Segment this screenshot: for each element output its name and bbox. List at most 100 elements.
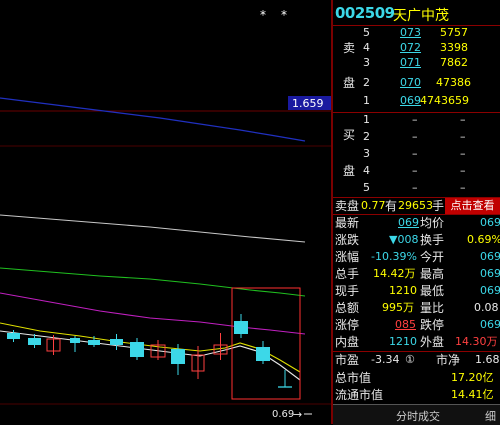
stat-label: 总手 xyxy=(335,267,360,281)
ma-line-magenta xyxy=(0,292,306,335)
bid-price: – xyxy=(412,164,418,177)
bid-level: 4 xyxy=(363,164,370,177)
order-line-label: 卖盘 xyxy=(335,199,360,213)
ask-price: 072 xyxy=(400,41,421,54)
ask-price: 070 xyxy=(400,76,421,89)
ask-price: 069 xyxy=(400,94,421,107)
price-label: 1.659 xyxy=(292,97,324,110)
stat-label: 最高 xyxy=(420,267,445,281)
stat-label: 量比 xyxy=(420,301,445,315)
stat-label: 最低 xyxy=(420,284,445,298)
kline-chart[interactable]: * * 1.659 0.69 → xyxy=(0,0,331,424)
pe-label: 市盈 xyxy=(335,353,360,367)
bottom-readout: 0.69 xyxy=(272,409,294,420)
stock-code: 002509 xyxy=(335,4,395,22)
buy-side-label: 盘 xyxy=(343,164,356,178)
ma-line-blue xyxy=(0,97,306,142)
ask-level: 5 xyxy=(363,26,370,39)
bid-volume: – xyxy=(460,181,466,194)
stat-value: 14.30万 xyxy=(455,335,498,348)
stat-label: 外盘 xyxy=(420,335,445,349)
stat-label: 涨幅 xyxy=(335,250,360,264)
stat-value: 0.69% xyxy=(467,233,500,246)
ask-price: 071 xyxy=(400,56,421,69)
stat-value: ▼008 xyxy=(389,233,419,246)
tab-detail[interactable]: 细 xyxy=(485,408,496,424)
bid-level: 2 xyxy=(363,130,370,143)
bid-level: 1 xyxy=(363,113,370,126)
ma-line-yellow xyxy=(0,322,301,373)
stat-label: 今开 xyxy=(420,250,445,264)
bid-volume: – xyxy=(460,130,466,143)
stat-value: 1210 xyxy=(389,284,417,297)
ask-volume: 47386 xyxy=(436,76,471,89)
bid-volume: – xyxy=(460,147,466,160)
bottom-tab-bar: 分时成交 细 xyxy=(333,404,500,425)
stock-name: 天广中茂 xyxy=(393,8,449,24)
stat-value: -10.39% xyxy=(371,250,417,263)
float-mv-value: 14.41亿 xyxy=(451,388,494,401)
ask-level: 1 xyxy=(363,94,370,107)
ask-level: 2 xyxy=(363,76,370,89)
stat-value: 995万 xyxy=(382,301,414,314)
order-line-mid: 有 xyxy=(385,199,398,213)
bid-level: 3 xyxy=(363,147,370,160)
stat-value: 069 xyxy=(398,216,419,229)
stat-value: 14.42万 xyxy=(373,267,416,280)
order-line-value1: 0.77 xyxy=(361,199,386,212)
stat-label: 内盘 xyxy=(335,335,360,349)
total-mv-value: 17.20亿 xyxy=(451,371,494,384)
ask-price: 073 xyxy=(400,26,421,39)
divider xyxy=(333,214,500,215)
bid-volume: – xyxy=(460,164,466,177)
pe-value: -3.34 xyxy=(371,353,400,366)
tab-tick-trades[interactable]: 分时成交 xyxy=(396,408,440,424)
stat-value: 0.08 xyxy=(474,301,499,314)
stat-label: 跌停 xyxy=(420,318,445,332)
quote-panel: 002509 天广中茂 卖 盘 5 073 5757 4 072 3398 3 … xyxy=(333,0,500,424)
sell-side-label: 卖 xyxy=(343,41,356,55)
ask-volume: 3398 xyxy=(440,41,468,54)
view-detail-button[interactable]: 点击查看 xyxy=(445,198,500,214)
stat-label: 均价 xyxy=(420,216,445,230)
bid-price: – xyxy=(412,181,418,194)
stat-value: 069 xyxy=(480,284,500,297)
bid-price: – xyxy=(412,147,418,160)
bid-level: 5 xyxy=(363,181,370,194)
ma-line-white-short xyxy=(0,330,301,381)
ask-level: 3 xyxy=(363,56,370,69)
total-mv-label: 总市值 xyxy=(335,371,372,385)
bid-volume: – xyxy=(460,113,466,126)
bid-price: – xyxy=(412,113,418,126)
stat-label: 换手 xyxy=(420,233,445,247)
ask-level: 4 xyxy=(363,41,370,54)
chart-marker: * xyxy=(281,8,287,22)
stat-value: 069 xyxy=(480,267,500,280)
ask-volume: 7862 xyxy=(440,56,468,69)
pb-label: 市净 xyxy=(436,353,461,367)
float-mv-label: 流通市值 xyxy=(335,388,384,402)
bid-price: – xyxy=(412,130,418,143)
divider xyxy=(333,351,500,352)
stat-label: 现手 xyxy=(335,284,360,298)
stat-label: 涨跌 xyxy=(335,233,360,247)
ma-line-green xyxy=(0,267,306,297)
sell-side-label: 盘 xyxy=(343,76,356,90)
arrow-right-icon: → xyxy=(293,408,302,421)
stat-label: 总额 xyxy=(335,301,360,315)
ask-volume: 5757 xyxy=(440,26,468,39)
pe-badge-icon[interactable]: ① xyxy=(405,353,415,367)
stat-value: 069 xyxy=(480,250,500,263)
stat-value: 1210 xyxy=(389,335,417,348)
ask-volume: 4743659 xyxy=(420,94,469,107)
stat-label: 涨停 xyxy=(335,318,360,332)
stat-value: 069 xyxy=(480,318,500,331)
order-line-value2: 29653 xyxy=(398,199,433,212)
stat-label: 最新 xyxy=(335,216,360,230)
chart-marker: * xyxy=(260,8,266,22)
stat-value: 069 xyxy=(480,216,500,229)
ma-line-white xyxy=(0,214,306,243)
buy-side-label: 买 xyxy=(343,128,356,142)
stat-value: 085 xyxy=(395,318,416,331)
candles xyxy=(7,314,292,388)
